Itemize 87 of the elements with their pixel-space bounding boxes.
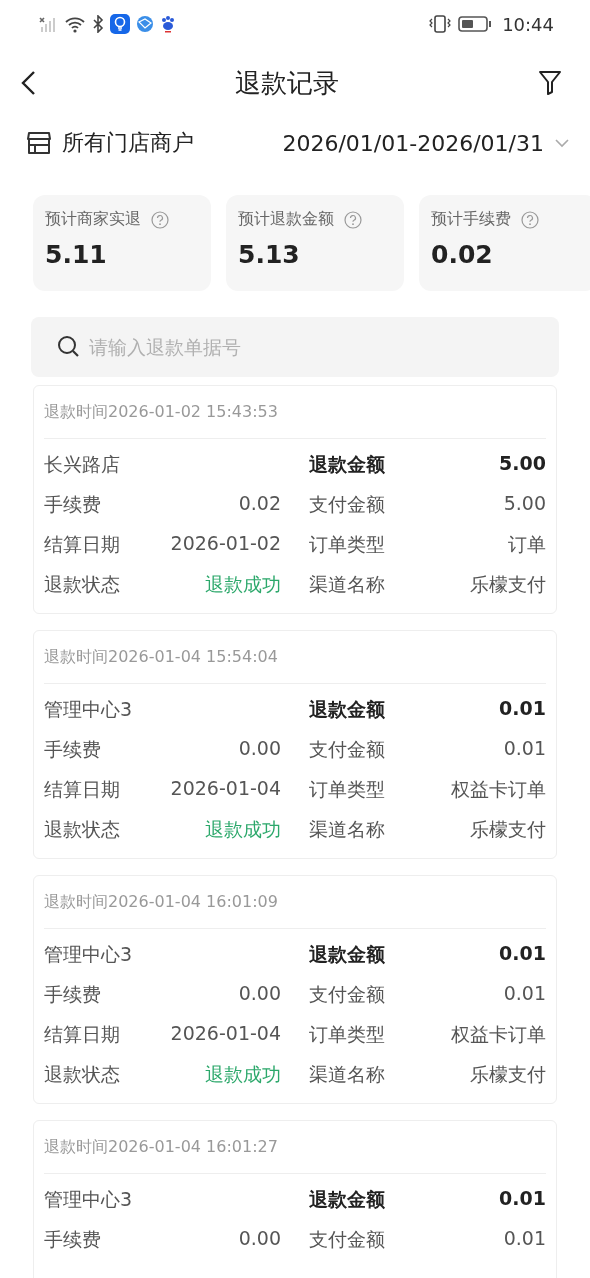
help-icon[interactable] bbox=[151, 210, 169, 229]
field-value: 2026-01-02 bbox=[170, 532, 281, 556]
field-label: 退款状态 bbox=[44, 572, 120, 597]
field-value: 5.00 bbox=[503, 492, 546, 516]
field-value: 0.01 bbox=[499, 1187, 546, 1211]
refund-time: 退款时间2026-01-04 16:01:09 bbox=[44, 891, 278, 913]
field-value: 0.00 bbox=[238, 982, 281, 1006]
paw-icon bbox=[160, 15, 176, 33]
refund-time: 退款时间2026-01-02 15:43:53 bbox=[44, 401, 278, 423]
field-value: 0.01 bbox=[499, 697, 546, 721]
field-label: 结算日期 bbox=[44, 777, 120, 802]
field-label: 手续费 bbox=[44, 982, 101, 1007]
refund-time: 退款时间2026-01-04 16:01:27 bbox=[44, 1136, 278, 1158]
field-label: 退款金额 bbox=[309, 1187, 385, 1212]
search-icon bbox=[57, 335, 81, 359]
back-icon[interactable] bbox=[20, 70, 36, 96]
field-value: 0.00 bbox=[238, 737, 281, 761]
field-value: 权益卡订单 bbox=[451, 777, 546, 802]
search-field[interactable]: 请输入退款单据号 bbox=[31, 317, 559, 377]
field-value: 0.00 bbox=[238, 1227, 281, 1251]
field-label: 结算日期 bbox=[44, 532, 120, 557]
field-label: 退款状态 bbox=[44, 1062, 120, 1087]
field-label: 渠道名称 bbox=[309, 1062, 385, 1087]
refund-record-card[interactable]: 退款时间2026-01-04 16:01:27 管理中心3 退款金额 0.01 手续费 0.00 支付金额 0.01 bbox=[33, 1120, 557, 1278]
field-label: 渠道名称 bbox=[309, 572, 385, 597]
status-time: 10:44 bbox=[502, 13, 554, 35]
field-value: 2026-01-04 bbox=[170, 1022, 281, 1046]
field-value: 5.00 bbox=[499, 452, 546, 476]
field-value: 2026-01-04 bbox=[170, 777, 281, 801]
field-label: 退款状态 bbox=[44, 817, 120, 842]
field-label: 退款金额 bbox=[309, 452, 385, 477]
field-value: 0.01 bbox=[503, 982, 546, 1006]
refund-record-card[interactable]: 退款时间2026-01-04 15:54:04 管理中心3 退款金额 0.01 手续费 0.00 支付金额 0.01 结算日期 2026-01-04 订单类型 权益卡订单 退款状态 退款成功 渠道名称 乐檬支付 bbox=[33, 630, 557, 859]
field-label: 支付金额 bbox=[309, 737, 385, 762]
field-value: 0.01 bbox=[503, 737, 546, 761]
field-label: 订单类型 bbox=[309, 777, 385, 802]
stat-value: 0.02 bbox=[431, 240, 494, 269]
signal-icon bbox=[38, 15, 58, 33]
field-label: 结算日期 bbox=[44, 1022, 120, 1047]
field-value: 退款成功 bbox=[205, 1062, 281, 1087]
page-title: 退款记录 bbox=[235, 66, 339, 100]
field-label: 订单类型 bbox=[309, 1022, 385, 1047]
field-value: 退款成功 bbox=[205, 817, 281, 842]
field-value: 0.01 bbox=[503, 1227, 546, 1251]
field-label: 支付金额 bbox=[309, 1227, 385, 1252]
field-label: 退款金额 bbox=[309, 697, 385, 722]
lightbulb-icon bbox=[110, 14, 130, 34]
field-label: 手续费 bbox=[44, 492, 101, 517]
wifi-icon bbox=[64, 15, 86, 33]
field-label: 支付金额 bbox=[309, 982, 385, 1007]
refund-record-card[interactable]: 退款时间2026-01-02 15:43:53 长兴路店 退款金额 5.00 手续费 0.02 支付金额 5.00 结算日期 2026-01-02 订单类型 订单 退款状态 退款成功 渠道名称 乐檬支付 bbox=[33, 385, 557, 614]
field-label: 订单类型 bbox=[309, 532, 385, 557]
field-label: 管理中心3 bbox=[44, 1187, 133, 1212]
stat-value: 5.11 bbox=[45, 240, 108, 269]
field-value: 乐檬支付 bbox=[470, 572, 546, 597]
field-label: 管理中心3 bbox=[44, 942, 133, 967]
field-value: 权益卡订单 bbox=[451, 1022, 546, 1047]
stat-value: 5.13 bbox=[238, 240, 301, 269]
field-label: 长兴路店 bbox=[44, 452, 120, 477]
field-label: 管理中心3 bbox=[44, 697, 133, 722]
refund-record-card[interactable]: 退款时间2026-01-04 16:01:09 管理中心3 退款金额 0.01 手续费 0.00 支付金额 0.01 结算日期 2026-01-04 订单类型 权益卡订单 退款状态 退款成功 渠道名称 乐檬支付 bbox=[33, 875, 557, 1104]
stat-label: 预计退款金额 bbox=[238, 209, 334, 230]
store-selector[interactable]: 所有门店商户 bbox=[62, 128, 194, 158]
help-icon[interactable] bbox=[344, 210, 362, 229]
field-label: 手续费 bbox=[44, 737, 101, 762]
date-range-selector[interactable]: 2026/01/01-2026/01/31 bbox=[282, 130, 544, 156]
field-value: 乐檬支付 bbox=[470, 817, 546, 842]
field-label: 退款金额 bbox=[309, 942, 385, 967]
field-label: 支付金额 bbox=[309, 492, 385, 517]
field-label: 手续费 bbox=[44, 1227, 101, 1252]
chevron-down-icon[interactable] bbox=[554, 138, 570, 148]
field-value: 订单 bbox=[508, 532, 546, 557]
filter-icon[interactable] bbox=[538, 70, 562, 96]
stat-label: 预计手续费 bbox=[431, 209, 511, 230]
vibrate-icon bbox=[428, 14, 453, 34]
field-value: 0.01 bbox=[499, 942, 546, 966]
field-value: 乐檬支付 bbox=[470, 1062, 546, 1087]
bluetooth-icon bbox=[92, 15, 104, 33]
help-icon[interactable] bbox=[521, 210, 539, 229]
field-value: 0.02 bbox=[238, 492, 281, 516]
stat-label: 预计商家实退 bbox=[45, 209, 141, 230]
globe-icon bbox=[136, 15, 154, 33]
store-icon[interactable] bbox=[26, 131, 52, 155]
battery-icon bbox=[458, 15, 493, 33]
refund-time: 退款时间2026-01-04 15:54:04 bbox=[44, 646, 278, 668]
field-label: 渠道名称 bbox=[309, 817, 385, 842]
field-value: 退款成功 bbox=[205, 572, 281, 597]
